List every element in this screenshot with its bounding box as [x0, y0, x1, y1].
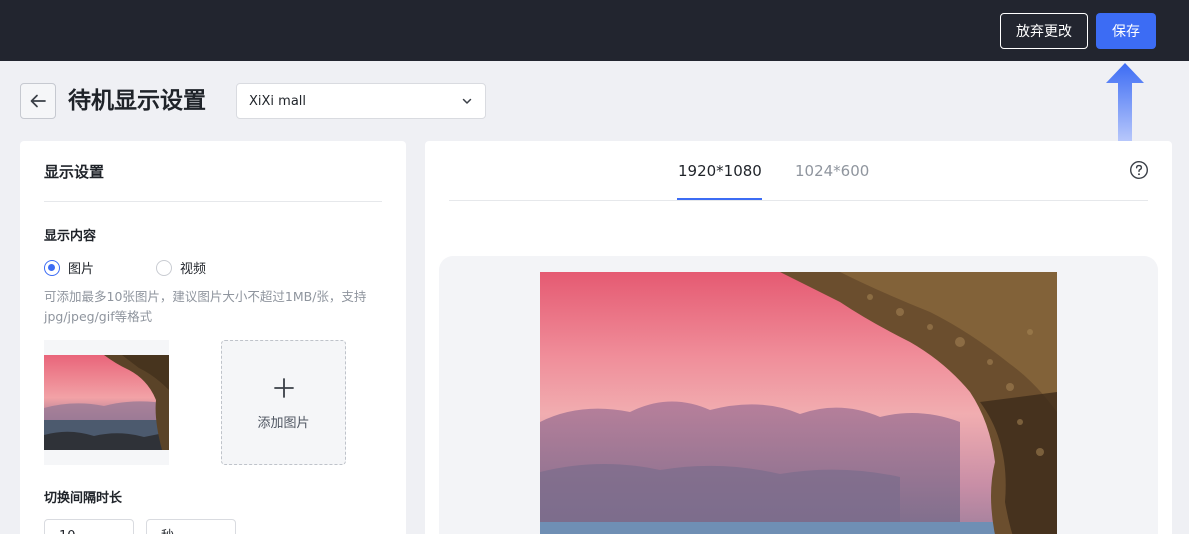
- add-image-label: 添加图片: [257, 416, 310, 431]
- radio-label: 图片: [68, 262, 95, 277]
- radio-label: 视频: [180, 262, 207, 277]
- active-tab-indicator: [677, 198, 762, 200]
- add-image-button[interactable]: 添加图片: [221, 340, 346, 465]
- image-thumbnail[interactable]: [44, 340, 169, 465]
- top-bar: 放弃更改 保存: [0, 0, 1189, 61]
- radio-video[interactable]: 视频: [156, 258, 206, 277]
- preview-panel: 1920*1080 1024*600: [425, 141, 1172, 534]
- display-settings-panel: 显示设置 显示内容 图片 视频 可添加最多10张图片，建议图片大小不超过1MB/…: [20, 141, 406, 534]
- save-button[interactable]: 保存: [1096, 13, 1156, 49]
- discard-changes-button[interactable]: 放弃更改: [1000, 13, 1088, 49]
- interval-unit-select[interactable]: 秒: [146, 519, 236, 534]
- content-section-label: 显示内容: [44, 229, 97, 244]
- radio-dot: [156, 259, 172, 276]
- upload-hint: 可添加最多10张图片，建议图片大小不超过1MB/张，支持jpg/jpeg/gif…: [44, 289, 367, 324]
- plus-icon: [274, 378, 294, 398]
- divider: [44, 201, 382, 202]
- preview-landscape-image: [540, 272, 1057, 534]
- help-icon[interactable]: [1129, 160, 1149, 180]
- tab-divider: [449, 200, 1148, 201]
- interval-section-label: 切换间隔时长: [44, 491, 123, 506]
- thumbnail-landscape-image: [44, 340, 169, 465]
- preview-area: [439, 256, 1158, 534]
- arrow-up-icon: [1106, 63, 1144, 141]
- tab-1920x1080[interactable]: 1920*1080: [678, 162, 762, 180]
- store-select-value: XiXi mall: [249, 93, 307, 109]
- interval-value-input[interactable]: 10: [44, 519, 134, 534]
- arrow-left-icon: [30, 94, 46, 108]
- radio-image[interactable]: 图片: [44, 258, 94, 277]
- store-select[interactable]: XiXi mall: [236, 83, 486, 119]
- radio-dot-selected: [44, 259, 60, 276]
- chevron-down-icon: [462, 98, 472, 104]
- page-title: 待机显示设置: [68, 88, 206, 114]
- panel-title: 显示设置: [44, 163, 105, 181]
- tab-1024x600[interactable]: 1024*600: [795, 162, 869, 180]
- back-button[interactable]: [20, 83, 56, 119]
- preview-image: [540, 272, 1057, 534]
